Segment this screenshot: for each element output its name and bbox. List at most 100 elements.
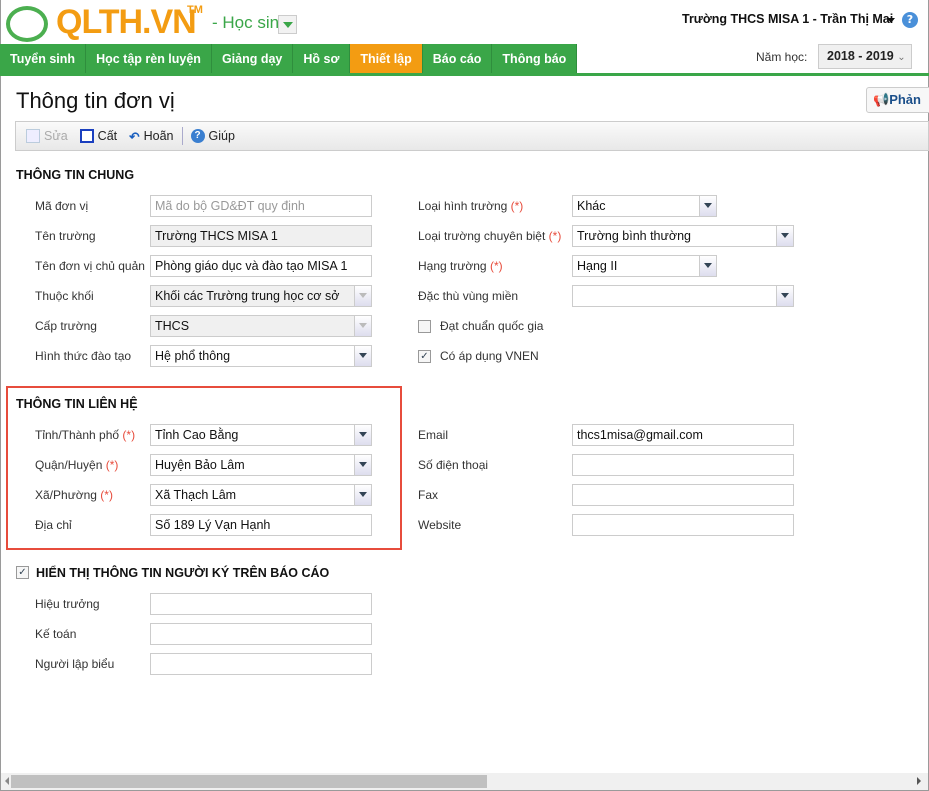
ma-don-vi-label: Mã đơn vị [35, 199, 88, 213]
scroll-right-icon[interactable] [917, 777, 921, 785]
year-select[interactable]: 2018 - 2019 ⌄ [818, 44, 912, 69]
fax-label-text: Fax [418, 488, 439, 502]
chevron-down-icon[interactable] [699, 196, 716, 216]
field-value: Khác [577, 199, 606, 213]
email-input[interactable]: thcs1misa@gmail.com [572, 424, 794, 446]
main-nav: Tuyển sinh Học tập rèn luyện Giảng dạy H… [0, 44, 578, 74]
section-signers-title: HIỂN THỊ THÔNG TIN NGƯỜI KÝ TRÊN BÁO CÁO [36, 566, 330, 580]
field-value: Hạng II [577, 259, 618, 273]
xa-phuong-select[interactable]: Xã Thạch Lâm [150, 484, 372, 506]
hinh-thuc-dao-tao-label-text: Hình thức đào tạo [35, 349, 132, 363]
dac-thu-vung-mien-label-text: Đặc thù vùng miền [418, 289, 519, 303]
caret-down-icon[interactable] [887, 18, 895, 23]
chevron-down-icon[interactable] [354, 455, 371, 475]
field-value: Tỉnh Cao Bằng [155, 428, 239, 442]
thuoc-khoi-label: Thuộc khối [35, 289, 94, 303]
email-label-text: Email [418, 428, 449, 442]
tinh-thanh-pho-label-text: Tỉnh/Thành phố [35, 428, 120, 442]
ma-don-vi-label-text: Mã đơn vị [35, 199, 89, 213]
website-label: Website [418, 518, 461, 532]
chevron-down-icon[interactable] [354, 485, 371, 505]
cap-truong-label-text: Cấp trường [35, 319, 97, 333]
so-dien-thoai-label-text: Số điện thoại [418, 458, 489, 472]
chevron-down-icon[interactable] [776, 286, 793, 306]
show-signers-checkbox[interactable]: ✓ [16, 566, 29, 579]
ke-toan-label: Kế toán [35, 627, 76, 641]
edit-icon [26, 129, 40, 143]
help-label: Giúp [208, 129, 235, 143]
chevron-down-icon[interactable] [354, 425, 371, 445]
nguoi-lap-bieu-label-text: Người lập biểu [35, 657, 115, 671]
role-dropdown-button[interactable] [278, 15, 297, 34]
tab-hoc-tap[interactable]: Học tập rèn luyện [86, 44, 212, 74]
feedback-button[interactable]: 📢Phản [866, 87, 929, 113]
chevron-down-icon [354, 286, 371, 306]
nguoi-lap-bieu-label: Người lập biểu [35, 657, 114, 671]
required-marker: (*) [489, 259, 503, 273]
ke-toan-input[interactable] [150, 623, 372, 645]
don-vi-chu-quan-input[interactable]: Phòng giáo dục và đào tạo MISA 1 [150, 255, 372, 277]
edit-label: Sửa [44, 129, 68, 143]
user-menu[interactable]: Trường THCS MISA 1 - Trần Thị Mai [682, 12, 893, 26]
chevron-down-icon[interactable] [699, 256, 716, 276]
so-dien-thoai-label: Số điện thoại [418, 458, 488, 472]
undo-label: Hoãn [143, 129, 174, 143]
vnen-label: Có áp dụng VNEN [440, 349, 539, 363]
dac-thu-vung-mien-select[interactable] [572, 285, 794, 307]
tab-giang-day[interactable]: Giảng dạy [211, 44, 294, 74]
chevron-down-icon[interactable] [354, 346, 371, 366]
field-value: Số 189 Lý Vạn Hạnh [155, 518, 271, 532]
dia-chi-input[interactable]: Số 189 Lý Vạn Hạnh [150, 514, 372, 536]
website-label-text: Website [418, 518, 462, 532]
year-value: 2018 - 2019 [827, 49, 894, 63]
nguoi-lap-bieu-input[interactable] [150, 653, 372, 675]
fax-input[interactable] [572, 484, 794, 506]
toolbar-separator [181, 127, 183, 145]
tinh-thanh-pho-label: Tỉnh/Thành phố (*) [35, 428, 135, 442]
hang-truong-select[interactable]: Hạng II [572, 255, 717, 277]
chevron-down-icon[interactable] [776, 226, 793, 246]
horizontal-scrollbar[interactable] [1, 773, 928, 790]
so-dien-thoai-input[interactable] [572, 454, 794, 476]
edit-button[interactable]: Sửa [22, 129, 72, 143]
quan-huyen-select[interactable]: Huyện Bảo Lâm [150, 454, 372, 476]
tab-tuyen-sinh[interactable]: Tuyển sinh [0, 44, 87, 74]
ma-don-vi-input[interactable]: Mã do bộ GD&ĐT quy định [150, 195, 372, 217]
trademark: TM [187, 4, 203, 16]
save-button[interactable]: Cất [76, 129, 121, 143]
tab-thong-bao[interactable]: Thông báo [492, 44, 578, 74]
save-label: Cất [97, 129, 118, 143]
tinh-thanh-pho-select[interactable]: Tỉnh Cao Bằng [150, 424, 372, 446]
loai-truong-chuyen-biet-select[interactable]: Trường bình thường [572, 225, 794, 247]
chuan-quoc-gia-label: Đạt chuẩn quốc gia [440, 319, 544, 333]
tab-bao-cao[interactable]: Báo cáo [422, 44, 493, 74]
hang-truong-label: Hạng trường (*) [418, 259, 503, 273]
hinh-thuc-dao-tao-select[interactable]: Hệ phổ thông [150, 345, 372, 367]
thuoc-khoi-label-text: Thuộc khối [35, 289, 94, 303]
toolbar: Sửa Cất ↶ Hoãn ? Giúp [15, 121, 929, 151]
loai-hinh-truong-select[interactable]: Khác [572, 195, 717, 217]
vnen-checkbox[interactable]: ✓ [418, 350, 431, 363]
tab-thiet-lap[interactable]: Thiết lập [350, 44, 423, 74]
field-value: THCS [155, 319, 190, 333]
required-marker: (*) [510, 199, 524, 213]
chevron-down-icon: ⌄ [897, 52, 906, 63]
logo-icon [6, 6, 48, 42]
field-value: Phòng giáo dục và đào tạo MISA 1 [155, 259, 348, 273]
help-button[interactable]: ? Giúp [187, 129, 239, 143]
dia-chi-label: Địa chỉ [35, 518, 72, 532]
cap-truong-label: Cấp trường [35, 319, 97, 333]
website-input[interactable] [572, 514, 794, 536]
year-label: Năm học: [756, 50, 808, 64]
scroll-left-icon[interactable] [5, 777, 9, 785]
scrollbar-thumb[interactable] [11, 775, 487, 788]
hieu-truong-input[interactable] [150, 593, 372, 615]
hinh-thuc-dao-tao-label: Hình thức đào tạo [35, 349, 131, 363]
undo-button[interactable]: ↶ Hoãn [125, 129, 177, 144]
chuan-quoc-gia-checkbox[interactable] [418, 320, 431, 333]
field-value: thcs1misa@gmail.com [577, 428, 703, 442]
required-marker: (*) [105, 458, 119, 472]
help-icon[interactable]: ? [902, 12, 918, 28]
xa-phuong-label: Xã/Phường (*) [35, 488, 113, 502]
tab-ho-so[interactable]: Hồ sơ [293, 44, 351, 74]
